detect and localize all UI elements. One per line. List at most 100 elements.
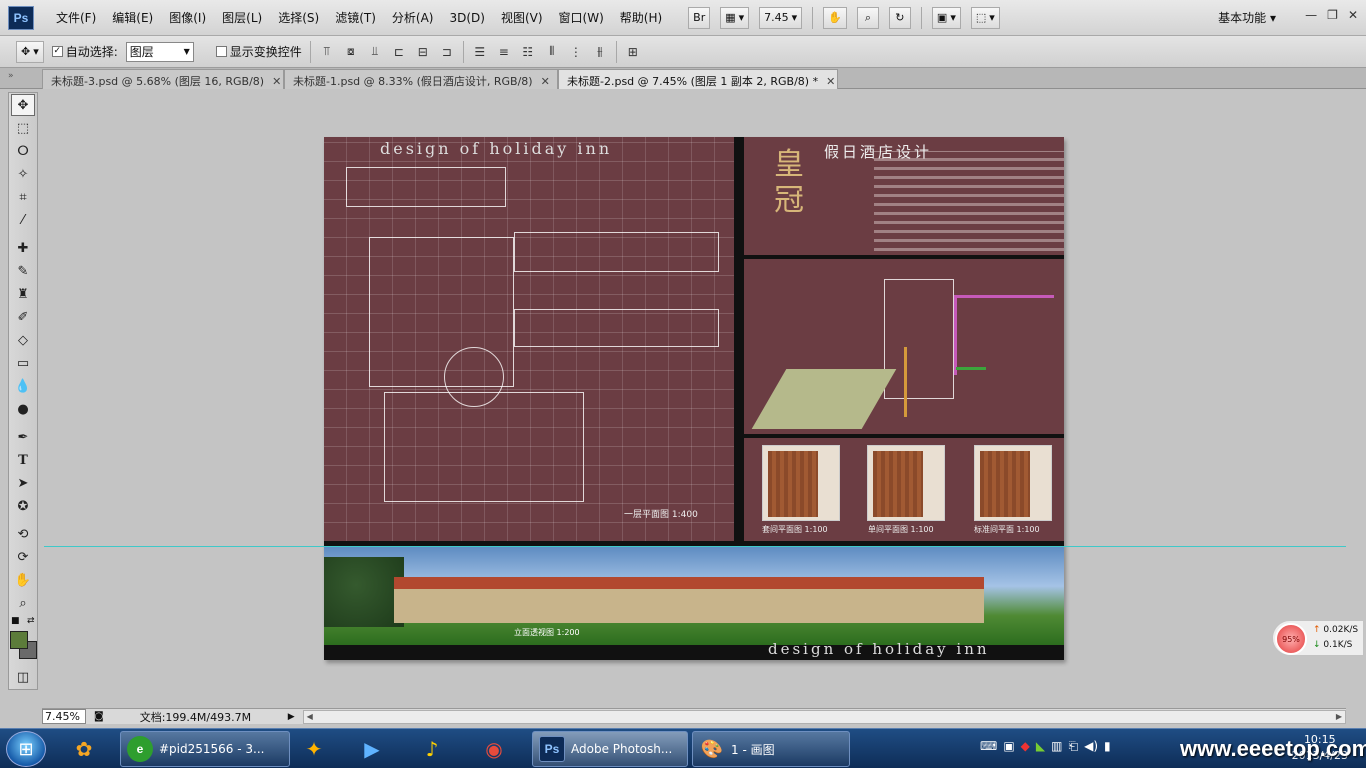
eraser-tool[interactable]: ◇ <box>11 329 35 351</box>
horizontal-scrollbar[interactable]: ◀ ▶ <box>302 709 1346 724</box>
status-menu-arrow-icon[interactable]: ▶ <box>288 712 295 722</box>
distribute-top-icon[interactable]: ☰ <box>472 44 488 60</box>
tray-app-icon[interactable]: ▣ <box>1003 739 1014 754</box>
menu-help[interactable]: 帮助(H) <box>612 0 670 36</box>
distribute-horizontal-center-icon[interactable]: ⋮ <box>568 44 584 60</box>
menu-file[interactable]: 文件(F) <box>48 0 104 36</box>
menu-3d[interactable]: 3D(D) <box>441 0 492 36</box>
tab-document-1[interactable]: 未标题-1.psd @ 8.33% (假日酒店设计, RGB/8) ✕ <box>284 69 558 89</box>
close-icon[interactable]: ✕ <box>826 75 835 88</box>
align-right-icon[interactable]: ⊐ <box>439 44 455 60</box>
align-vertical-center-icon[interactable]: ⧇ <box>343 44 359 60</box>
swap-colors-icon[interactable]: ⇄ <box>27 616 35 626</box>
pinned-app-icon[interactable]: ▶ <box>354 733 390 765</box>
menu-analysis[interactable]: 分析(A) <box>384 0 442 36</box>
battery-icon[interactable]: ▮ <box>1104 739 1111 754</box>
menu-window[interactable]: 窗口(W) <box>551 0 612 36</box>
menu-image[interactable]: 图像(I) <box>161 0 214 36</box>
menu-view[interactable]: 视图(V) <box>493 0 551 36</box>
marquee-tool[interactable]: ⬚ <box>11 117 35 139</box>
close-icon[interactable]: ✕ <box>1348 8 1358 22</box>
pinned-app-icon[interactable]: ✿ <box>66 733 102 765</box>
arrange-documents-button[interactable]: ▣ ▾ <box>931 6 961 29</box>
quick-mask-button[interactable]: ◫ <box>11 666 35 688</box>
show-transform-checkbox[interactable] <box>215 46 227 57</box>
tab-document-2[interactable]: 未标题-2.psd @ 7.45% (图层 1 副本 2, RGB/8) * ✕ <box>558 69 838 89</box>
volume-icon[interactable]: ◀) <box>1084 739 1098 754</box>
photoshop-logo-icon[interactable]: Ps <box>8 5 34 30</box>
3d-rotate-tool[interactable]: ⟲ <box>11 523 35 545</box>
status-info-icon[interactable]: ◙ <box>94 711 104 722</box>
move-tool[interactable]: ✥ <box>11 94 35 116</box>
3d-orbit-tool[interactable]: ⟳ <box>11 546 35 568</box>
view-extras-button[interactable]: ▦ ▾ <box>720 6 750 29</box>
minimize-icon[interactable]: — <box>1305 8 1317 22</box>
document-canvas[interactable]: design of holiday inn 一层平面图 1:400 皇冠 假日酒… <box>324 137 1064 660</box>
lasso-tool[interactable]: ⵔ <box>11 140 35 162</box>
distribute-vertical-center-icon[interactable]: ≡ <box>496 44 512 60</box>
hand-tool-button[interactable]: ✋ <box>823 6 847 29</box>
screen-mode-button[interactable]: ⬚ ▾ <box>970 6 1000 29</box>
align-bottom-icon[interactable]: ⫫ <box>367 44 383 60</box>
network-icon[interactable]: ▥ <box>1051 739 1062 754</box>
menu-select[interactable]: 选择(S) <box>270 0 327 36</box>
tool-preset-picker[interactable]: ✥ ▾ <box>16 40 44 63</box>
healing-brush-tool[interactable]: ✚ <box>11 237 35 259</box>
menu-filter[interactable]: 滤镜(T) <box>327 0 384 36</box>
distribute-bottom-icon[interactable]: ☷ <box>520 44 536 60</box>
zoom-level-select[interactable]: 7.45 ▾ <box>759 6 803 29</box>
menu-layer[interactable]: 图层(L) <box>214 0 270 36</box>
close-icon[interactable]: ✕ <box>541 75 550 88</box>
menu-edit[interactable]: 编辑(E) <box>104 0 161 36</box>
magic-wand-tool[interactable]: ✧ <box>11 163 35 185</box>
expand-panels-icon[interactable]: » <box>8 71 14 81</box>
taskbar-item-photoshop[interactable]: Ps Adobe Photosh... <box>532 731 688 767</box>
pinned-app-icon[interactable]: ♪ <box>414 733 450 765</box>
rotate-view-button[interactable]: ↻ <box>888 6 911 29</box>
zoom-tool-button[interactable]: ⌕ <box>856 6 879 29</box>
auto-select-checkbox[interactable]: ✓ <box>51 46 63 57</box>
path-selection-tool[interactable]: ➤ <box>11 472 35 494</box>
taskbar-item-paint[interactable]: 🎨 1 - 画图 <box>692 731 850 767</box>
pen-tool[interactable]: ✒ <box>11 426 35 448</box>
blur-tool[interactable]: 💧 <box>11 375 35 397</box>
usb-icon[interactable]: ⎗ <box>1068 739 1078 754</box>
workspace-switcher[interactable]: 基本功能 ▾ <box>1218 9 1276 26</box>
bridge-button[interactable]: Br <box>688 6 711 29</box>
shape-tool[interactable]: ✪ <box>11 495 35 517</box>
zoom-input[interactable]: 7.45% <box>42 709 86 724</box>
auto-align-layers-icon[interactable]: ⊞ <box>625 44 641 60</box>
eyedropper-tool[interactable]: ⁄ <box>11 209 35 231</box>
dodge-tool[interactable]: ● <box>11 398 35 420</box>
horizontal-guide[interactable] <box>44 546 1346 547</box>
crop-tool[interactable]: ⌗ <box>11 186 35 208</box>
foreground-color-swatch[interactable] <box>10 631 28 649</box>
taskbar-item-browser[interactable]: e #pid251566 - 3... <box>120 731 290 767</box>
align-left-icon[interactable]: ⊏ <box>391 44 407 60</box>
type-tool[interactable]: T <box>11 449 35 471</box>
zoom-tool[interactable]: ⌕ <box>11 592 35 614</box>
nvidia-icon[interactable]: ◣ <box>1036 739 1045 754</box>
gradient-tool[interactable]: ▭ <box>11 352 35 374</box>
align-top-icon[interactable]: ⫪ <box>319 44 335 60</box>
history-brush-tool[interactable]: ✐ <box>11 306 35 328</box>
scroll-left-icon[interactable]: ◀ <box>307 712 313 721</box>
distribute-left-icon[interactable]: ⫴ <box>544 44 560 60</box>
brush-tool[interactable]: ✎ <box>11 260 35 282</box>
security-icon[interactable]: ◆ <box>1021 739 1030 754</box>
distribute-right-icon[interactable]: ⫵ <box>592 44 608 60</box>
pinned-app-icon[interactable]: ◉ <box>476 733 512 765</box>
tab-document-3[interactable]: 未标题-3.psd @ 5.68% (图层 16, RGB/8) ✕ <box>42 69 284 89</box>
clone-stamp-tool[interactable]: ♜ <box>11 283 35 305</box>
network-speed-widget[interactable]: 95% ↑ 0.02K/S ↓ 0.1K/S <box>1272 620 1364 656</box>
keyboard-icon[interactable]: ⌨ <box>980 739 997 754</box>
pinned-app-icon[interactable]: ✦ <box>296 733 332 765</box>
close-icon[interactable]: ✕ <box>272 75 281 88</box>
align-horizontal-center-icon[interactable]: ⊟ <box>415 44 431 60</box>
restore-icon[interactable]: ❐ <box>1327 8 1338 22</box>
default-colors-icon[interactable]: ■ <box>11 616 20 626</box>
hand-tool[interactable]: ✋ <box>11 569 35 591</box>
auto-select-target-select[interactable]: 图层 ▼ <box>125 41 194 62</box>
start-button[interactable]: ⊞ <box>6 731 46 767</box>
scroll-right-icon[interactable]: ▶ <box>1336 712 1342 721</box>
